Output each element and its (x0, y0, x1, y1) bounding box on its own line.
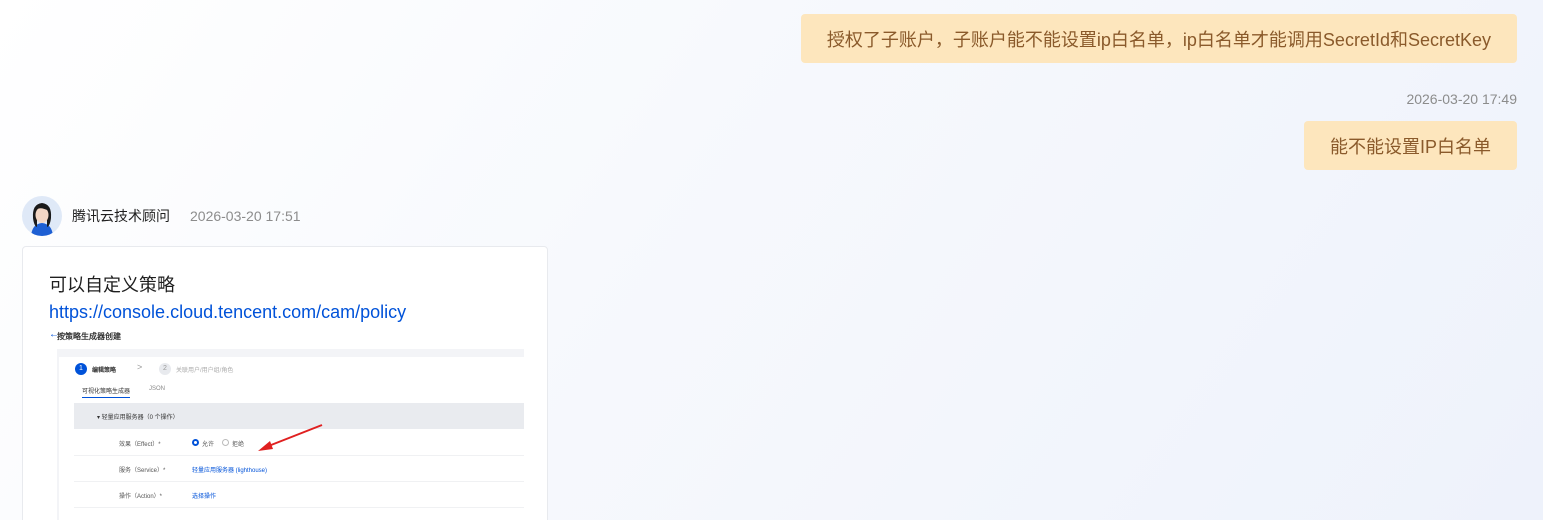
radio-allow-icon (192, 439, 199, 446)
chevron-right-icon: > (137, 362, 143, 372)
red-arrow-icon (258, 424, 323, 451)
chat-area: 授权了子账户，子账户能不能设置ip白名单，ip白名单才能调用SecretId和S… (0, 0, 1543, 520)
deny-label: 拒绝 (232, 442, 245, 448)
user-message-text: 能不能设置IP白名单 (1329, 136, 1491, 157)
message-timestamp: 2026-03-20 17:49 (1406, 91, 1517, 107)
tab-visual-editor: 可视化策略生成器 (82, 386, 131, 398)
policy-screenshot[interactable]: ← 按策略生成器创建 1 编辑策略 > 2 关联用户/用户组/角色 可视化策略生… (49, 327, 524, 520)
action-label: 操作（Action）* (119, 494, 163, 500)
agent-name: 腾讯云技术顾问 (72, 208, 170, 224)
action-value: 选择操作 (192, 494, 217, 500)
user-message-bubble: 能不能设置IP白名单 (1303, 121, 1517, 170)
step-1-label: 编辑策略 (92, 368, 117, 374)
section-label: ▾ 轻量应用服务器（0 个操作） (97, 415, 179, 421)
user-message-text: 授权了子账户，子账户能不能设置ip白名单，ip白名单才能调用SecretId和S… (826, 29, 1491, 50)
user-message-bubble: 授权了子账户，子账户能不能设置ip白名单，ip白名单才能调用SecretId和S… (800, 14, 1517, 63)
screenshot-title: 按策略生成器创建 (57, 332, 121, 341)
agent-reply-card: 可以自定义策略 https://console.cloud.tencent.co… (22, 246, 548, 520)
avatar (22, 196, 62, 236)
policy-link[interactable]: https://console.cloud.tencent.com/cam/po… (49, 302, 406, 323)
radio-deny-icon (222, 439, 229, 446)
action-row: 操作（Action）* 选择操作 (74, 483, 524, 508)
service-value: 轻量应用服务器 (lighthouse) (192, 468, 268, 474)
effect-label: 效果（Effect）* (119, 442, 161, 448)
step-2-badge: 2 (159, 363, 171, 375)
tab-json: JSON (149, 386, 166, 392)
service-label: 服务（Service）* (119, 468, 166, 474)
agent-timestamp: 2026-03-20 17:51 (190, 208, 301, 224)
reply-text: 可以自定义策略 (49, 275, 175, 295)
service-row: 服务（Service）* 轻量应用服务器 (lighthouse) (74, 457, 524, 482)
step-1-badge: 1 (75, 363, 87, 375)
step-2-label: 关联用户/用户组/角色 (176, 368, 234, 374)
agent-header: 腾讯云技术顾问 2026-03-20 17:51 (22, 196, 301, 236)
allow-label: 允许 (202, 442, 215, 448)
